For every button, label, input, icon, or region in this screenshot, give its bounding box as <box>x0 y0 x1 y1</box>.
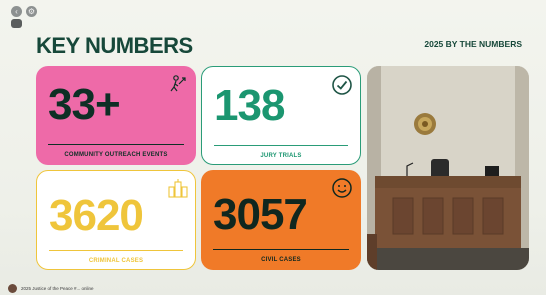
presenter-badge[interactable] <box>11 19 22 28</box>
stat-label: JURY TRIALS <box>260 153 302 159</box>
stat-value: 3057 <box>213 190 308 239</box>
back-icon[interactable]: ‹ <box>11 6 22 17</box>
stat-card-criminal-cases: 3620 CRIMINAL CASES <box>36 170 196 270</box>
smile-icon <box>332 178 352 198</box>
stat-value: 138 <box>214 81 285 130</box>
stat-value: 3620 <box>49 191 144 240</box>
stat-label: COMMUNITY OUTREACH EVENTS <box>64 152 168 158</box>
check-circle-icon <box>332 75 352 95</box>
stat-label: CRIMINAL CASES <box>88 258 144 264</box>
stat-card-jury-trials: 138 JURY TRIALS <box>201 66 361 165</box>
page-subtitle: 2025 BY THE NUMBERS <box>424 39 522 49</box>
avatar <box>8 283 17 293</box>
stat-label: CIVIL CASES <box>261 257 301 263</box>
footer-text: 2025 Justice of the Peace #... online <box>21 285 94 291</box>
city-icon <box>168 179 188 198</box>
stat-card-civil-cases: 3057 CIVIL CASES <box>201 170 361 270</box>
page-title: KEY NUMBERS <box>36 33 193 58</box>
settings-icon[interactable]: ⚙ <box>26 6 37 17</box>
courtroom-photo <box>367 66 529 270</box>
stat-card-outreach: 33+ COMMUNITY OUTREACH EVENTS <box>36 66 196 165</box>
person-growth-icon <box>170 75 186 92</box>
footer-bar: 2025 Justice of the Peace #... online <box>8 283 94 293</box>
presentation-slide: ‹ ⚙ KEY NUMBERS 2025 BY THE NUMBERS 33+ … <box>0 0 546 295</box>
stat-value: 33+ <box>48 80 121 129</box>
